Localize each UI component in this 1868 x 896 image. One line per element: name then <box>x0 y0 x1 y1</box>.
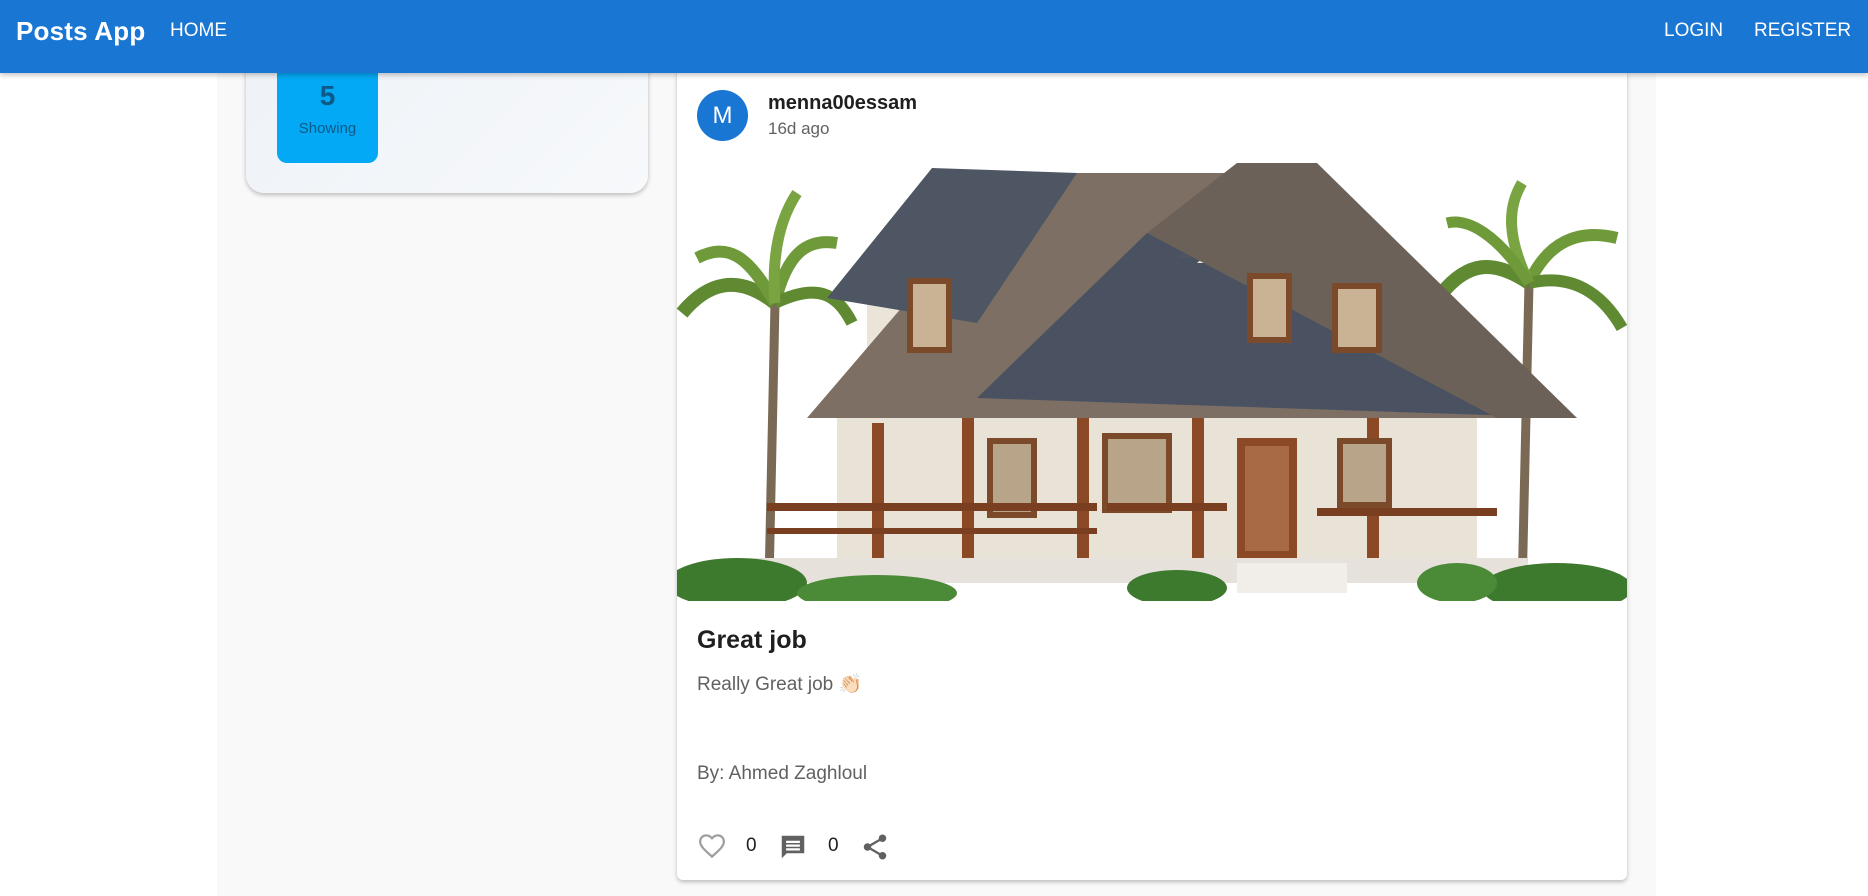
app-bar: Posts App HOME LOGIN REGISTER <box>0 0 1868 73</box>
post-author[interactable]: menna00essam <box>768 92 917 115</box>
post-body: Really Great job 👏🏻 <box>697 674 863 695</box>
nav-register-button[interactable]: REGISTER <box>1754 20 1851 42</box>
post-byline: By: Ahmed Zaghloul <box>697 763 868 784</box>
heart-outline-icon[interactable] <box>697 831 727 861</box>
stat-label: Showing <box>298 120 357 137</box>
comment-icon[interactable] <box>778 832 808 862</box>
comment-count: 0 <box>828 835 839 856</box>
like-count: 0 <box>746 835 757 856</box>
post-time: 16d ago <box>768 119 830 138</box>
post-card: M menna00essam 16d ago Great job Really … <box>677 68 1627 880</box>
share-icon[interactable] <box>860 832 890 862</box>
nav-home-button[interactable]: HOME <box>170 20 227 42</box>
post-title: Great job <box>697 626 807 654</box>
post-image <box>677 163 1627 601</box>
nav-login-button[interactable]: LOGIN <box>1664 20 1723 42</box>
stat-value: 5 <box>319 80 336 111</box>
app-brand[interactable]: Posts App <box>16 16 145 47</box>
avatar[interactable]: M <box>697 90 748 141</box>
